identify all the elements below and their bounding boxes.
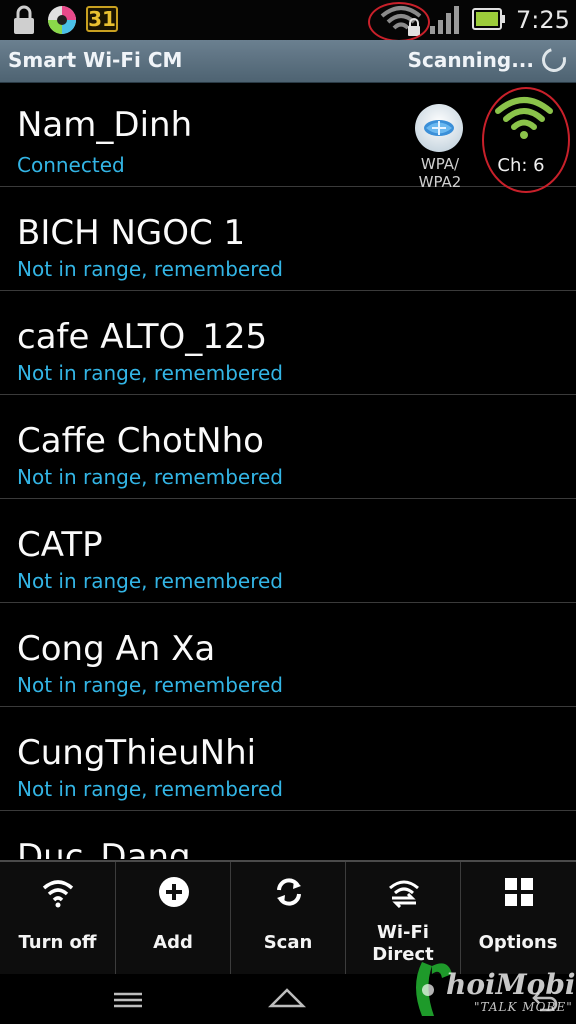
network-status: Not in range, remembered [17,673,283,697]
network-ssid: Cong An Xa [17,629,216,669]
wifi-icon [42,880,74,908]
calendar-icon: 31 [86,6,118,32]
network-status: Not in range, remembered [17,361,283,385]
network-ssid: CungThieuNhi [17,733,257,773]
network-row-nam-dinh[interactable]: Nam_Dinh Connected WPA/ WPA2 Ch: 6 [0,83,576,193]
status-bar: 31 7:25 [0,0,576,42]
network-status: Not in range, remembered [17,257,283,281]
network-list[interactable]: Nam_Dinh Connected WPA/ WPA2 Ch: 6 BICH … [0,83,576,859]
grid-icon [505,878,533,906]
annotation-circle [482,87,570,193]
action-label: Scan [263,932,313,953]
annotation-circle [368,2,430,42]
clock: 7:25 [516,6,570,34]
security-shield-icon [415,104,463,152]
scan-status: Scanning... [407,48,534,72]
network-status: Not in range, remembered [17,465,283,489]
network-ssid: Caffe ChotNho [17,421,264,461]
add-button[interactable]: Add [115,862,230,974]
home-icon[interactable] [268,986,306,1010]
network-status: Not in range, remembered [17,777,283,801]
network-status: Connected [17,153,125,177]
action-label: Turn off [18,932,97,953]
network-row[interactable]: Cong An Xa Not in range, remembered [0,603,576,707]
battery-icon [472,8,505,30]
network-row[interactable]: Duc_Dang [0,811,576,859]
lock-icon [14,5,34,34]
network-status: Not in range, remembered [17,569,283,593]
menu-icon[interactable] [112,992,144,1008]
media-disc-icon [48,6,76,34]
network-row[interactable]: cafe ALTO_125 Not in range, remembered [0,291,576,395]
network-row[interactable]: CungThieuNhi Not in range, remembered [0,707,576,811]
plus-circle-icon [159,877,189,907]
network-ssid: Nam_Dinh [17,105,193,145]
network-row[interactable]: Caffe ChotNho Not in range, remembered [0,395,576,499]
wifi-direct-icon [389,880,419,908]
network-row[interactable]: BICH NGOC 1 Not in range, remembered [0,187,576,291]
security-type-label: WPA/ WPA2 [418,155,462,191]
watermark-slogan: "TALK MORE" [474,1000,573,1014]
network-ssid: CATP [17,525,103,565]
app-header: Smart Wi-Fi CM Scanning... [0,40,576,83]
scan-button[interactable]: Scan [230,862,345,974]
network-row[interactable]: CATP Not in range, remembered [0,499,576,603]
network-ssid: BICH NGOC 1 [17,213,246,253]
action-label: Options [478,932,558,953]
action-label: Add [153,932,193,953]
loading-spinner-icon [537,43,571,77]
network-ssid: cafe ALTO_125 [17,317,268,357]
watermark-brand: hoiMobile [446,968,576,1001]
network-ssid: Duc_Dang [17,837,191,859]
cell-signal-icon [430,6,459,34]
app-title: Smart Wi-Fi CM [8,48,183,72]
turn-off-button[interactable]: Turn off [0,862,115,974]
refresh-icon [277,878,301,906]
